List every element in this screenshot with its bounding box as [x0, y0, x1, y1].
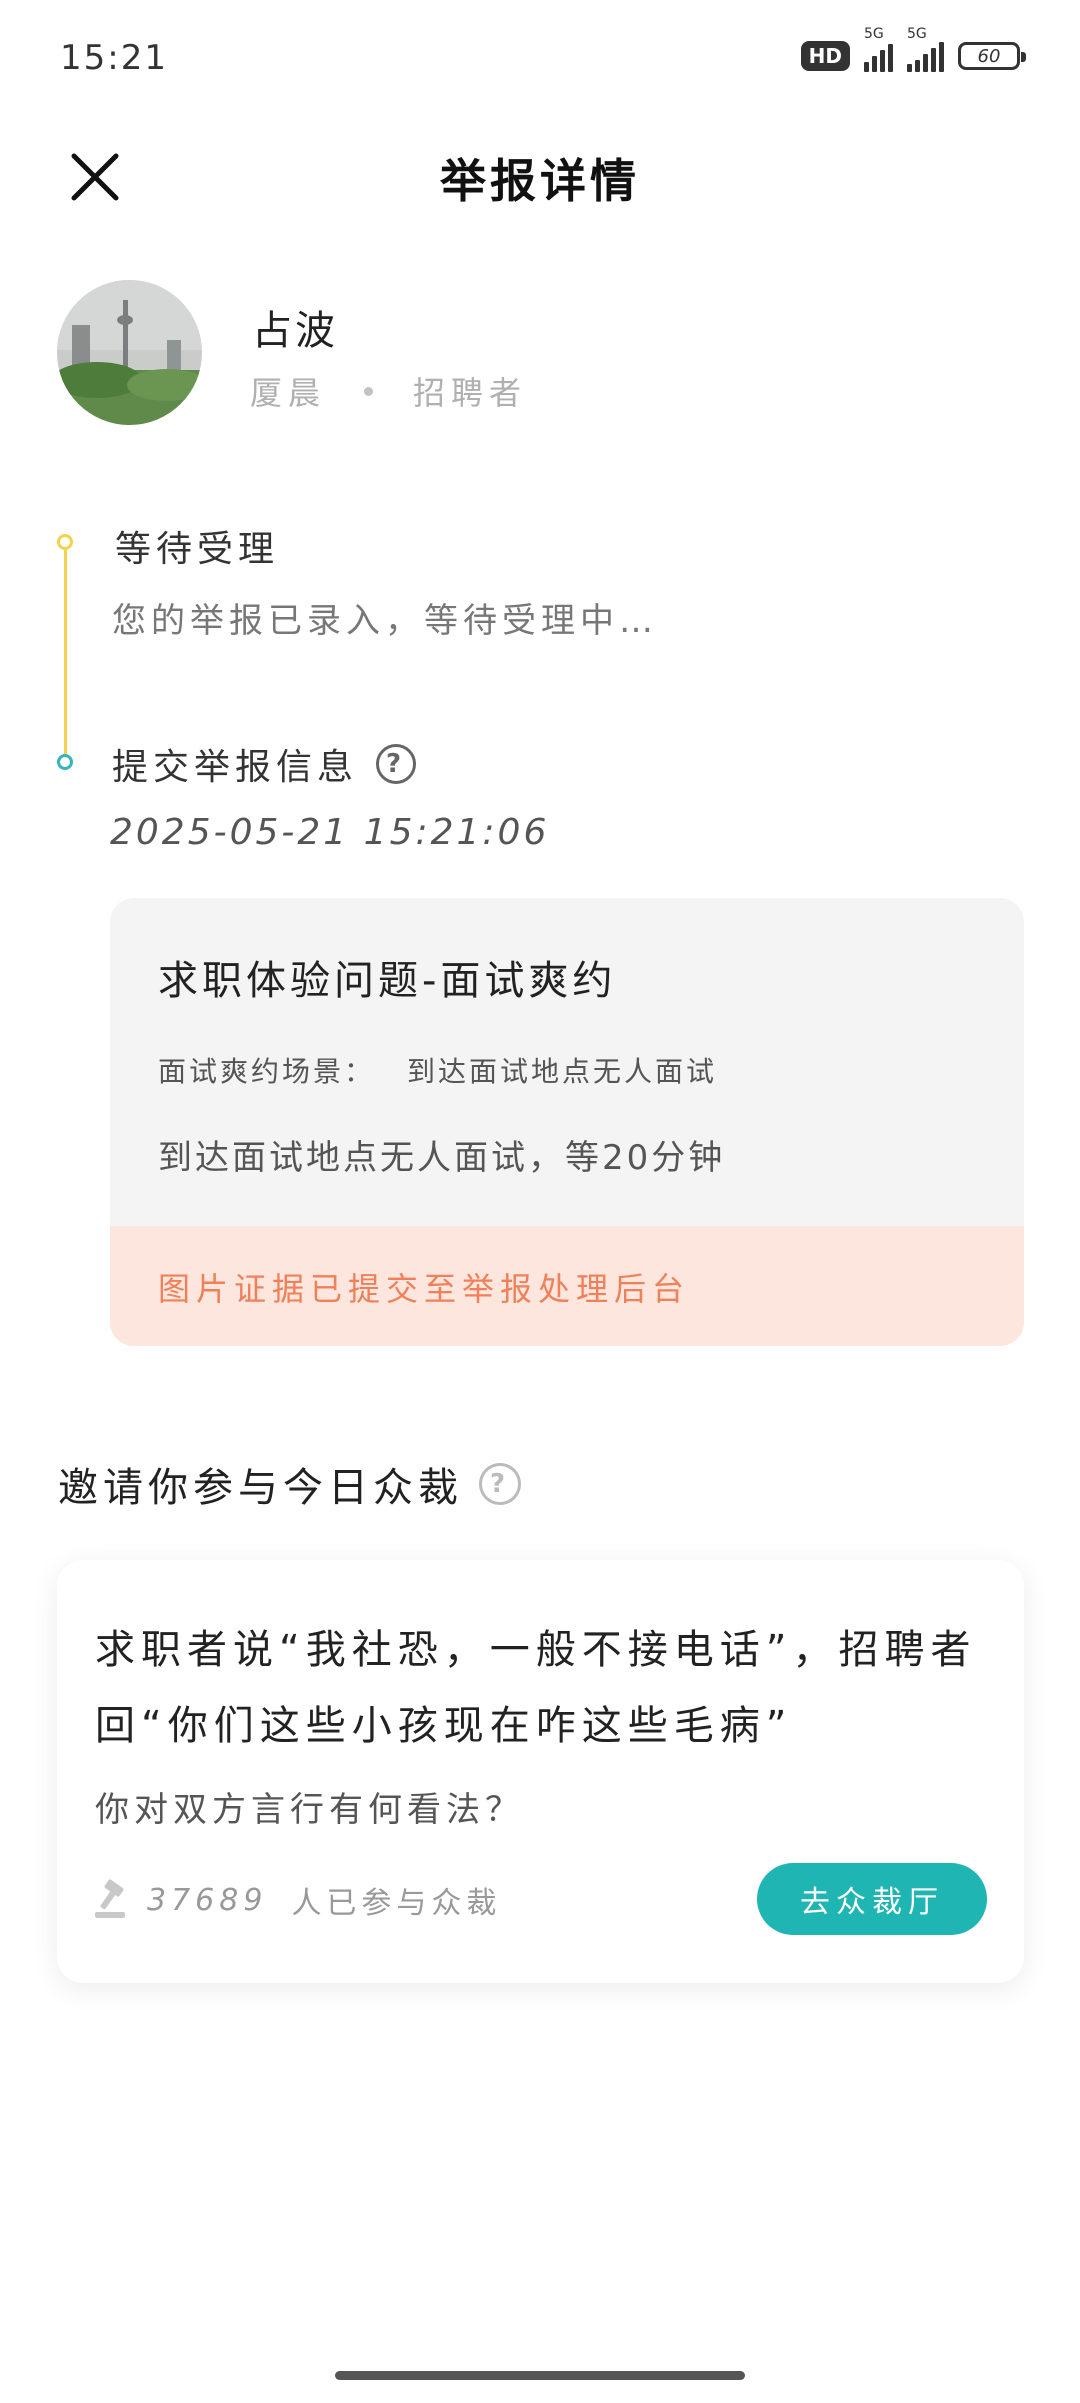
report-card: 求职体验问题-面试爽约 面试爽约场景： 到达面试地点无人面试 到达面试地点无人面试… — [110, 898, 1024, 1346]
report-scene-label: 面试爽约场景： — [158, 1055, 376, 1088]
jury-count-number: 37689 — [147, 1882, 268, 1918]
jury-case-text: 求职者说“我社恐，一般不接电话”，招聘者回“你们这些小孩现在咋这些毛病” — [95, 1627, 977, 1749]
jury-question: 你对双方言行有何看法？ — [95, 1790, 524, 1830]
status-time: 15:21 — [60, 38, 168, 78]
step-submitted-label: 提交举报信息 — [112, 747, 359, 788]
invite-help-icon[interactable]: ? — [479, 1463, 521, 1505]
timeline-line — [64, 543, 67, 761]
report-evidence-footer: 图片证据已提交至举报处理后台 — [110, 1226, 1024, 1346]
step-pending-title: 等待受理 — [115, 529, 280, 570]
report-title: 求职体验问题-面试爽约 — [158, 958, 617, 1004]
header: 举报详情 — [0, 120, 1080, 230]
go-jury-hall-button[interactable]: 去众裁厅 — [757, 1863, 987, 1935]
avatar[interactable] — [57, 280, 202, 425]
hd-badge: HD — [800, 41, 850, 71]
profile-company: 厦晨 — [250, 374, 327, 412]
step-pending-desc: 您的举报已录入，等待受理中… — [112, 601, 658, 641]
profile-role: 招聘者 — [413, 374, 528, 412]
profile-meta: 厦晨 招聘者 — [250, 368, 527, 414]
step-submitted-title: 提交举报信息 ? — [112, 738, 417, 790]
jury-participants: 37689 人已参与众裁 — [91, 1878, 501, 1922]
jury-card[interactable]: 求职者说“我社恐，一般不接电话”，招聘者回“你们这些小孩现在咋这些毛病” 你对双… — [57, 1560, 1024, 1983]
home-indicator[interactable] — [335, 2371, 745, 2380]
profile-name: 占波 — [252, 308, 338, 354]
help-icon[interactable]: ? — [376, 744, 417, 784]
status-bar: 15:21 HD 5G 5G 60 — [0, 0, 1080, 120]
report-scene-value: 到达面试地点无人面试 — [407, 1055, 718, 1088]
signal-icon-2: 5G — [907, 26, 944, 72]
jury-count-suffix: 人已参与众裁 — [291, 1886, 502, 1921]
separator-dot — [364, 386, 374, 396]
signal-icon: 5G — [864, 26, 893, 72]
report-detail: 到达面试地点无人面试，等20分钟 — [158, 1138, 726, 1178]
profile-section: 占波 厦晨 招聘者 — [57, 280, 1017, 430]
invite-title-label: 邀请你参与今日众裁 — [58, 1465, 463, 1511]
timeline-dot-pending — [57, 534, 73, 550]
battery-icon: 60 — [958, 42, 1026, 70]
page-title: 举报详情 — [440, 154, 640, 208]
gavel-icon — [95, 1879, 125, 1918]
timeline-dot-submitted — [57, 754, 73, 770]
report-evidence-text: 图片证据已提交至举报处理后台 — [158, 1270, 691, 1308]
step-submitted-time: 2025-05-21 15:21:06 — [110, 812, 550, 853]
status-icons: HD 5G 5G 60 — [800, 26, 1026, 72]
report-scene: 面试爽约场景： 到达面试地点无人面试 — [158, 1050, 717, 1090]
invite-title: 邀请你参与今日众裁 ? — [58, 1455, 521, 1513]
